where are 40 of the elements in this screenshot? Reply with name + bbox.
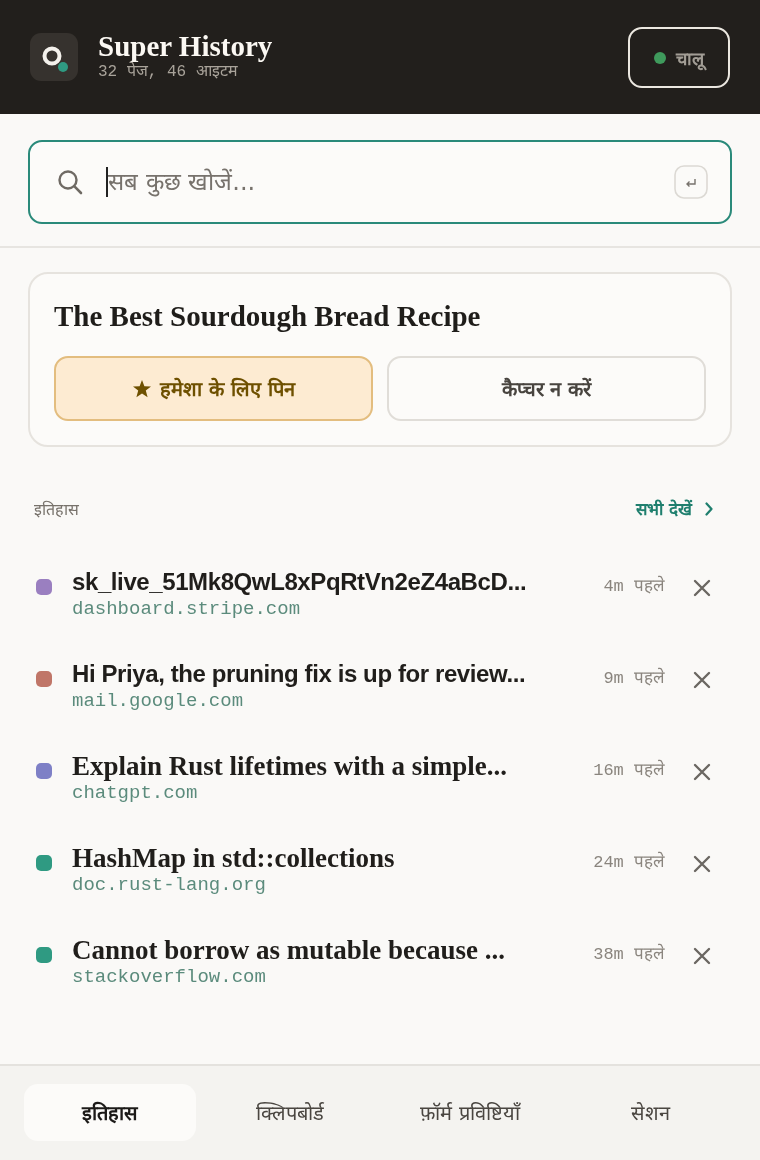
tab[interactable]: क्लिपबोर्ड xyxy=(204,1084,376,1141)
entry-domain: mail.google.com xyxy=(72,689,244,713)
close-icon xyxy=(693,855,711,873)
text-cursor-icon xyxy=(106,167,108,197)
entry-domain: stackoverflow.com xyxy=(72,965,266,989)
close-icon xyxy=(693,671,711,689)
section-heading: इतिहास xyxy=(34,498,79,520)
search-input[interactable]: सब कुछ खोजें... xyxy=(108,162,674,202)
entry-title[interactable]: sk_live_51Mk8QwL8xPqRtVn2eZ4aBcD... xyxy=(72,567,527,597)
chevron-right-icon xyxy=(704,500,714,517)
tab[interactable]: सेशन xyxy=(564,1084,736,1141)
status-toggle[interactable]: चालू xyxy=(628,27,730,88)
page-title: The Best Sourdough Bread Recipe xyxy=(54,299,482,334)
entry-domain: dashboard.stripe.com xyxy=(72,597,301,621)
search-field[interactable]: सब कुछ खोजें... xyxy=(28,140,732,224)
app-subtitle: 32 पेज, 46 आइटम xyxy=(98,61,238,83)
pin-button[interactable]: हमेशा के लिए पिन xyxy=(54,356,373,421)
entry-title[interactable]: Cannot borrow as mutable because ... xyxy=(72,935,505,965)
entry-time: 38m पहले xyxy=(593,942,665,964)
entry-domain: doc.rust-lang.org xyxy=(72,873,266,897)
search-icon xyxy=(56,168,84,196)
star-icon xyxy=(132,378,153,399)
close-icon xyxy=(693,763,711,781)
close-icon xyxy=(693,579,711,597)
entry-time: 24m पहले xyxy=(593,850,665,872)
logo-icon xyxy=(30,33,78,81)
tab[interactable]: फ़ॉर्म प्रविष्टियाँ xyxy=(384,1084,556,1141)
app-title: Super History xyxy=(98,31,273,61)
entry-title[interactable]: Explain Rust lifetimes with a simple... xyxy=(72,751,508,781)
entry-time: 16m पहले xyxy=(593,758,665,780)
close-icon xyxy=(693,947,711,965)
enter-key-icon xyxy=(674,165,708,199)
tab[interactable]: इतिहास xyxy=(24,1084,196,1141)
see-all-link[interactable]: सभी देखें xyxy=(636,497,714,520)
entry-title[interactable]: Hi Priya, the pruning fix is up for review... xyxy=(72,659,526,689)
entry-time: 4m पहले xyxy=(603,574,665,596)
entry-title[interactable]: HashMap in std::collections xyxy=(72,843,395,873)
entry-time: 9m पहले xyxy=(603,666,665,688)
entry-domain: chatgpt.com xyxy=(72,781,198,805)
action-button[interactable]: कैप्चर न करें xyxy=(387,356,706,421)
